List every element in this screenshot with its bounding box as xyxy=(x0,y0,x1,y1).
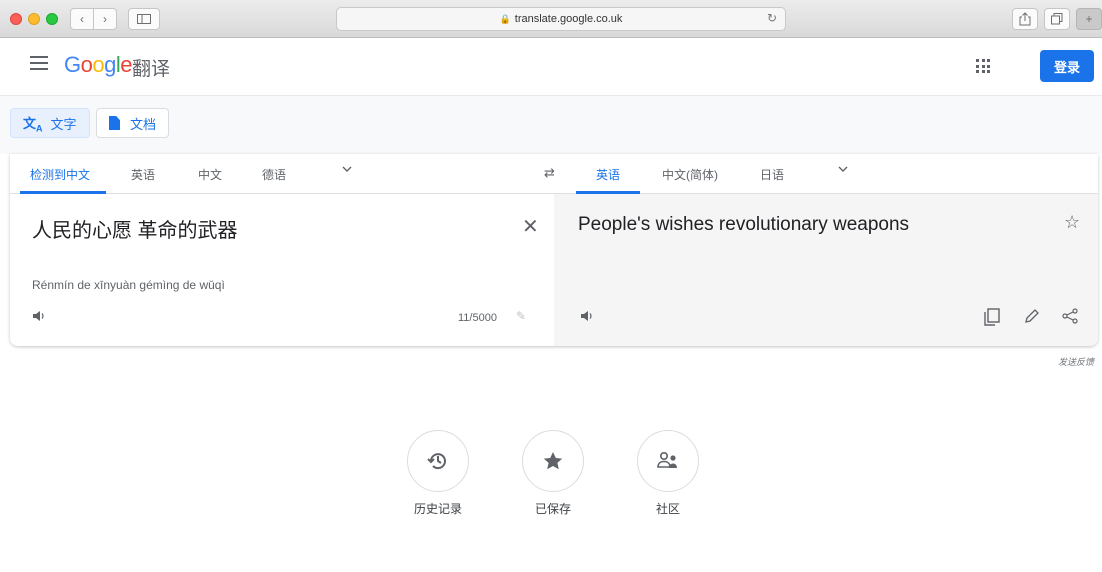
documents-mode-label: 文档 xyxy=(130,116,157,132)
tab-overview-button[interactable] xyxy=(1044,8,1070,30)
source-listen-icon[interactable] xyxy=(32,310,46,325)
send-feedback-link[interactable]: 发送反馈 xyxy=(1058,355,1094,368)
source-lang-detected[interactable]: 检测到中文 xyxy=(30,166,90,183)
documents-mode-button[interactable]: 文档 xyxy=(96,108,170,138)
sidebar-toggle-button[interactable] xyxy=(128,8,160,30)
saved-button[interactable]: 已保存 xyxy=(521,430,585,517)
app-header: Google 翻译 登录 xyxy=(0,38,1102,96)
mode-selector: 文A 文字 文档 xyxy=(0,96,1102,154)
share-button[interactable] xyxy=(1012,8,1038,30)
character-count: 11/5000 xyxy=(458,312,497,324)
history-button[interactable]: 历史记录 xyxy=(406,430,470,517)
main-menu-icon[interactable] xyxy=(30,56,48,70)
chevron-left-icon: ‹ xyxy=(80,12,84,26)
swap-languages-icon[interactable]: ⇄ xyxy=(544,165,555,181)
history-icon xyxy=(407,430,469,492)
text-mode-button[interactable]: 文A 文字 xyxy=(10,108,90,138)
source-lang-german[interactable]: 德语 xyxy=(262,166,286,183)
text-mode-label: 文字 xyxy=(50,116,77,132)
source-lang-chinese[interactable]: 中文 xyxy=(198,166,222,183)
copy-icon[interactable] xyxy=(984,308,1000,331)
tabs-icon xyxy=(1051,13,1063,25)
chevron-right-icon: › xyxy=(103,12,107,26)
target-lang-chinese-simplified[interactable]: 中文(简体) xyxy=(662,166,718,183)
window-close-button[interactable] xyxy=(10,13,22,25)
document-icon xyxy=(109,116,120,130)
community-button[interactable]: 社区 xyxy=(636,430,700,517)
community-icon xyxy=(637,430,699,492)
reload-icon[interactable]: ↻ xyxy=(767,11,777,25)
target-lang-japanese[interactable]: 日语 xyxy=(760,166,784,183)
window-minimize-button[interactable] xyxy=(28,13,40,25)
new-tab-button[interactable]: + xyxy=(1076,8,1102,30)
target-panel: People's wishes revolutionary weapons ☆ xyxy=(554,194,1098,346)
forward-button[interactable]: › xyxy=(93,8,117,30)
chevron-down-icon[interactable] xyxy=(838,164,848,174)
translation-card: 检测到中文 英语 中文 德语 ⇄ 英语 中文(简体) 日语 人民的心愿 革命的武… xyxy=(10,154,1098,346)
google-apps-icon[interactable] xyxy=(976,59,990,73)
pencil-icon[interactable] xyxy=(1024,308,1040,329)
browser-toolbar: ‹ › 🔒 translate.google.co.uk ↻ + xyxy=(0,0,1102,38)
translate-icon: 文A xyxy=(23,115,43,134)
lock-icon: 🔒 xyxy=(499,13,511,24)
source-lang-english[interactable]: 英语 xyxy=(131,166,155,183)
product-title: 翻译 xyxy=(132,59,171,80)
edit-icon: ✎ xyxy=(516,309,527,323)
back-button[interactable]: ‹ xyxy=(70,8,94,30)
sidebar-icon xyxy=(137,14,151,24)
target-listen-icon[interactable] xyxy=(580,310,594,325)
url-text: translate.google.co.uk xyxy=(514,13,623,25)
source-panel[interactable]: 人民的心愿 革命的武器 ✕ Rénmín de xīnyuàn gémìng d… xyxy=(10,194,554,346)
translation-output: People's wishes revolutionary weapons xyxy=(578,214,910,235)
language-bar: 检测到中文 英语 中文 德语 ⇄ 英语 中文(简体) 日语 xyxy=(10,154,1098,194)
community-label: 社区 xyxy=(655,502,680,516)
history-label: 历史记录 xyxy=(413,502,462,516)
sign-in-button[interactable]: 登录 xyxy=(1040,50,1094,82)
google-logo[interactable]: Google xyxy=(64,52,133,78)
window-zoom-button[interactable] xyxy=(46,13,58,25)
share-icon[interactable] xyxy=(1062,308,1078,329)
star-icon[interactable]: ☆ xyxy=(1064,212,1080,233)
plus-icon: + xyxy=(1085,12,1093,26)
saved-label: 已保存 xyxy=(534,502,571,516)
star-filled-icon xyxy=(522,430,584,492)
source-romanization: Rénmín de xīnyuàn gémìng de wǔqì xyxy=(32,278,225,292)
target-lang-english[interactable]: 英语 xyxy=(596,166,620,183)
clear-source-icon[interactable]: ✕ xyxy=(522,214,539,239)
address-bar[interactable]: 🔒 translate.google.co.uk ↻ xyxy=(336,7,786,31)
share-icon xyxy=(1019,12,1031,26)
source-textarea[interactable]: 人民的心愿 革命的武器 xyxy=(32,214,238,243)
chevron-down-icon[interactable] xyxy=(342,164,352,174)
